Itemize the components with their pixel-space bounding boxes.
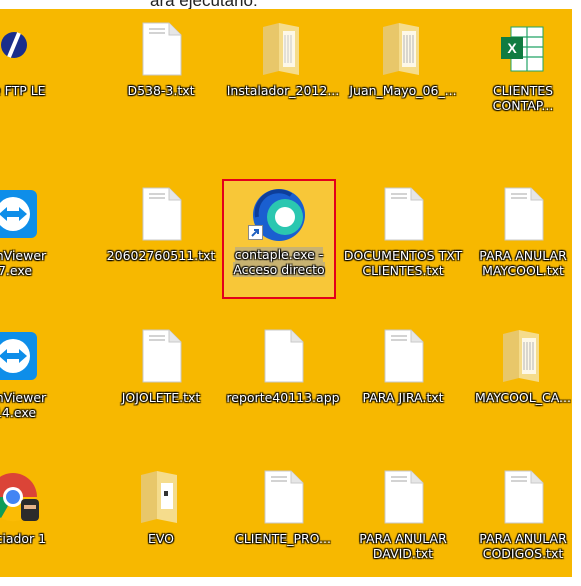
desktop-icon-juan-mayo[interactable]: Juan_Mayo_06_... (346, 9, 460, 129)
desktop-icon-evo[interactable]: EVO (104, 457, 218, 577)
desktop-icon-para-anular-codigos[interactable]: PARA ANULAR CODIGOS.txt (466, 457, 572, 577)
desktop-icon-label: 20602760511.txt (106, 248, 216, 263)
teamviewer-icon (0, 328, 41, 384)
folder-icon (255, 21, 311, 77)
desktop-icon-label: CLIENTES CONTAP... (492, 83, 554, 113)
desktop-icon-label: PARA ANULAR CODIGOS.txt (479, 531, 567, 561)
desktop-icon-label: DOCUMENTOS TXT CLIENTES.txt (343, 248, 463, 278)
desktop-icon-documentos-txt[interactable]: DOCUMENTOS TXT CLIENTES.txt (344, 174, 462, 294)
folder-icon (133, 469, 189, 525)
desktop-icon-label: amViewer 14.exe (0, 390, 47, 420)
ftp-app-icon (0, 21, 41, 77)
desktop-icon-para-anular-maycool[interactable]: PARA ANULAR MAYCOOL.txt (466, 174, 572, 294)
text-file-icon (133, 186, 189, 242)
text-file-icon (495, 469, 551, 525)
desktop-icon-cliente-pro[interactable]: CLIENTE_PRO... (226, 457, 340, 577)
desktop-icon-label: PARA ANULAR DAVID.txt (359, 531, 447, 561)
selected-label-text: contaple.exe - Acceso directo (233, 247, 325, 277)
desktop-icon-label: Instalador_2012... (226, 83, 340, 98)
shortcut-arrow-icon (248, 225, 263, 240)
desktop-icon-label: D538-3.txt (127, 83, 195, 98)
desktop-icon-contaple-shortcut[interactable]: contaple.exe - Acceso directo (222, 179, 336, 299)
desktop-icon-para-anular-david[interactable]: PARA ANULAR DAVID.txt (346, 457, 460, 577)
desktop-icon-label: reporte40113.app (226, 390, 340, 405)
text-file-icon (495, 186, 551, 242)
desktop-icon-chrome-profile[interactable]: enciador 1 (0, 457, 70, 577)
desktop-icon-clientes-contap[interactable]: X CLIENTES CONTAP... (466, 9, 572, 129)
desktop-icon-para-jira[interactable]: PARA JIRA.txt (346, 316, 460, 436)
desktop-icon-teamviewer-7[interactable]: amViewer 7.exe (0, 174, 70, 294)
top-partial-text-strip: ara ejecutarlo: (0, 0, 581, 9)
desktop-icon-d538[interactable]: D538-3.txt (104, 9, 218, 129)
text-file-icon (375, 186, 431, 242)
desktop-icon-label: MAYCOOL_CA... (475, 390, 571, 405)
text-file-icon (255, 469, 311, 525)
desktop-icon-label: contaple.exe - Acceso directo (227, 247, 331, 277)
svg-text:X: X (507, 40, 517, 56)
desktop-icon-maycool-ca[interactable]: MAYCOOL_CA... (466, 316, 572, 436)
excel-file-icon: X (495, 21, 551, 77)
desktop-icon-label: Juan_Mayo_06_... (349, 83, 457, 98)
text-file-icon (133, 21, 189, 77)
text-file-icon (133, 328, 189, 384)
desktop-icon-instalador[interactable]: Instalador_2012... (226, 9, 340, 129)
desktop-icon-reporte40113[interactable]: reporte40113.app (226, 316, 340, 436)
folder-icon (495, 328, 551, 384)
desktop-icon-label: enciador 1 (0, 531, 47, 546)
text-file-icon (375, 469, 431, 525)
desktop-icon-label: PARA JIRA.txt (362, 390, 444, 405)
chrome-profile-icon (0, 469, 41, 525)
desktop-icon-label: PARA ANULAR MAYCOOL.txt (479, 248, 567, 278)
desktop-icon-label: ore FTP LE (0, 83, 46, 98)
blank-file-icon (255, 328, 311, 384)
desktop-icon-teamviewer-14[interactable]: amViewer 14.exe (0, 316, 70, 436)
desktop-icon-jojolete[interactable]: JOJOLETE.txt (104, 316, 218, 436)
folder-icon (375, 21, 431, 77)
desktop-area[interactable]: ore FTP LE D538-3.txt Instalador_2012...… (0, 9, 572, 577)
teamviewer-icon (0, 186, 41, 242)
desktop-icon-label: CLIENTE_PRO... (235, 531, 331, 546)
partial-instruction-text: ara ejecutarlo: (150, 0, 258, 9)
desktop-icon-label: EVO (147, 531, 175, 546)
desktop-icon-label: amViewer 7.exe (0, 248, 47, 278)
desktop-icon-label: JOJOLETE.txt (121, 390, 201, 405)
text-file-icon (375, 328, 431, 384)
desktop-icon-20602760511[interactable]: 20602760511.txt (104, 174, 218, 294)
desktop-icon-ftp[interactable]: ore FTP LE (0, 9, 70, 129)
